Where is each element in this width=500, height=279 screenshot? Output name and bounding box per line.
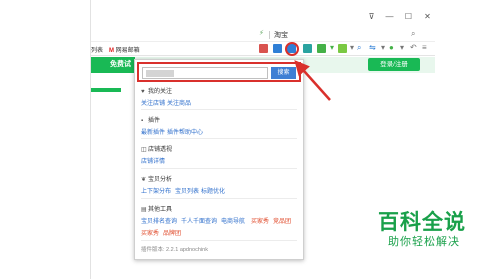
leaf-icon: ❦ [141,177,147,183]
section-label: 插件 [148,118,161,124]
section-divider [141,168,297,169]
share-icon[interactable]: ⇋ [369,43,376,52]
section-title-shop: ◫店铺透视 [141,144,172,153]
extension-dropdown-icon-2[interactable]: ▾ [350,43,354,52]
extension-dropdown-icon-4[interactable]: ▾ [400,43,404,52]
extension-dropdown-icon[interactable]: ▾ [330,43,334,52]
undo-icon[interactable]: ↶ [410,43,417,52]
mail-icon: M [109,48,114,54]
section-title-analysis: ❦ 宝贝分析 [141,174,172,183]
extension-green-icon[interactable] [317,44,326,53]
login-register-button[interactable]: 登录/注册 [368,58,420,71]
link-item-list[interactable]: 宝贝列表 [175,186,199,195]
shield-icon[interactable]: ● [389,43,394,52]
section-divider [141,198,297,199]
section-divider [141,240,297,241]
heart-icon: ♥ [141,89,145,95]
left-gutter [0,0,90,279]
link-personalized-query[interactable]: 千人千面查询 [181,216,217,225]
link-brand-group[interactable]: 品牌团 [163,228,181,237]
addressbar-divider [269,31,270,39]
plugin-version: 插件版本: 2.2.1 apdnochink [141,247,208,253]
link-latest-plugin[interactable]: 最新插件 [141,127,165,136]
section-label: 其他工具 [148,207,173,213]
page-green-accent [91,88,121,92]
link-buyer-show-2[interactable]: 买家秀 [141,228,159,237]
tools-icon: ▤ [141,207,147,213]
link-plugin-help[interactable]: 插件帮助中心 [167,127,203,136]
section-label: 我的关注 [148,89,173,95]
watermark-title: 百科全说 [378,211,466,234]
bookmarks-toolbar: 列表 M 网易邮箱 ▾ ▾ ⌕ ⇋ ▾ ● ▾ ↶ ≡ [91,42,436,56]
section-label: 宝贝分析 [148,177,173,183]
popup-search-highlight: 搜索 [137,62,301,82]
bookmark-list[interactable]: 列表 [91,45,103,54]
menu-icon[interactable]: ≡ [422,43,427,52]
section-title-plugin: ▪ 插件 [141,115,160,124]
extension-popup: 搜索 ♥ 我的关注 关注店铺 关注商品 ▪ 插件 最新插件 插件帮助中心 ◫店铺透视… [134,59,304,260]
extension-red-icon[interactable] [259,44,268,53]
section-divider [141,109,297,110]
extension-lightgreen-icon[interactable] [338,44,347,53]
link-listing-distribution[interactable]: 上下架分布 [141,186,171,195]
blurred-text [146,70,174,77]
section-divider [141,138,297,139]
link-competitor-group[interactable]: 竞品团 [273,216,291,225]
popup-search-button[interactable]: 搜索 [271,67,296,79]
extension-blue-icon[interactable] [273,44,282,53]
pin-icon[interactable]: ⊽ [367,12,376,21]
search-icon[interactable]: ⌕ [411,29,415,39]
close-button[interactable]: ✕ [423,12,432,21]
link-rank-query[interactable]: 宝贝排名查询 [141,216,177,225]
plugin-icon: ▪ [141,118,144,124]
bookmark-netease-mail[interactable]: M 网易邮箱 [109,45,140,54]
section-title-tools: ▤其他工具 [141,204,172,213]
search-engine-input[interactable]: 淘宝 [274,30,288,40]
chart-icon: ◫ [141,147,147,153]
link-shop-detail[interactable]: 店铺详情 [141,156,165,165]
link-ecommerce-nav[interactable]: 电商导航 [221,216,245,225]
search-ext-icon[interactable]: ⌕ [357,43,361,53]
extension-teal-icon[interactable] [303,44,312,53]
watermark-subtitle: 助你轻松解决 [388,236,460,248]
maximize-button[interactable]: ☐ [404,12,413,21]
minimize-button[interactable]: — [385,12,394,21]
link-follow-shop[interactable]: 关注店铺 [141,98,165,107]
popup-search-input[interactable] [142,67,268,79]
address-bar[interactable]: ⚡ 淘宝 ⌕ [91,28,436,42]
link-title-optimize[interactable]: 标题优化 [201,186,225,195]
link-follow-product[interactable]: 关注商品 [167,98,191,107]
lightning-icon[interactable]: ⚡ [259,29,264,37]
title-bar: ⊽ — ☐ ✕ [91,0,436,28]
link-buyer-show[interactable]: 买家秀 [251,216,269,225]
extension-dropdown-icon-3[interactable]: ▾ [381,43,385,52]
section-title-follow: ♥ 我的关注 [141,86,172,95]
free-trial-button[interactable]: 免费试 [91,57,135,73]
section-label: 店铺透视 [148,147,173,153]
highlighted-extension-ring [285,42,299,56]
bookmark-label: 网易邮箱 [115,48,140,54]
